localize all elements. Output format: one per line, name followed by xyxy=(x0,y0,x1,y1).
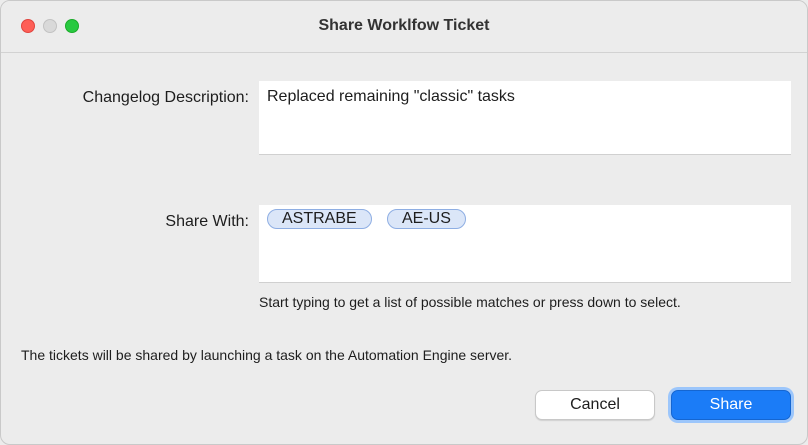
changelog-description-label: Changelog Description: xyxy=(82,89,249,106)
share-with-label: Share With: xyxy=(165,213,249,230)
title-bar: Share Worklfow Ticket xyxy=(1,1,807,53)
changelog-description-value: Replaced remaining "classic" tasks xyxy=(267,88,515,105)
share-chip[interactable]: AE-US xyxy=(387,209,466,229)
share-button[interactable]: Share xyxy=(671,390,791,420)
window-title: Share Worklfow Ticket xyxy=(318,17,490,34)
share-ticket-dialog: Share Worklfow Ticket Changelog Descript… xyxy=(0,0,808,445)
cancel-button[interactable]: Cancel xyxy=(535,390,655,420)
changelog-description-field[interactable]: Replaced remaining "classic" tasks xyxy=(259,81,791,155)
share-with-field[interactable]: ASTRABE AE-US xyxy=(259,205,791,283)
share-info-text: The tickets will be shared by launching … xyxy=(21,347,513,363)
share-chip[interactable]: ASTRABE xyxy=(267,209,372,229)
share-with-hint: Start typing to get a list of possible m… xyxy=(259,294,681,310)
